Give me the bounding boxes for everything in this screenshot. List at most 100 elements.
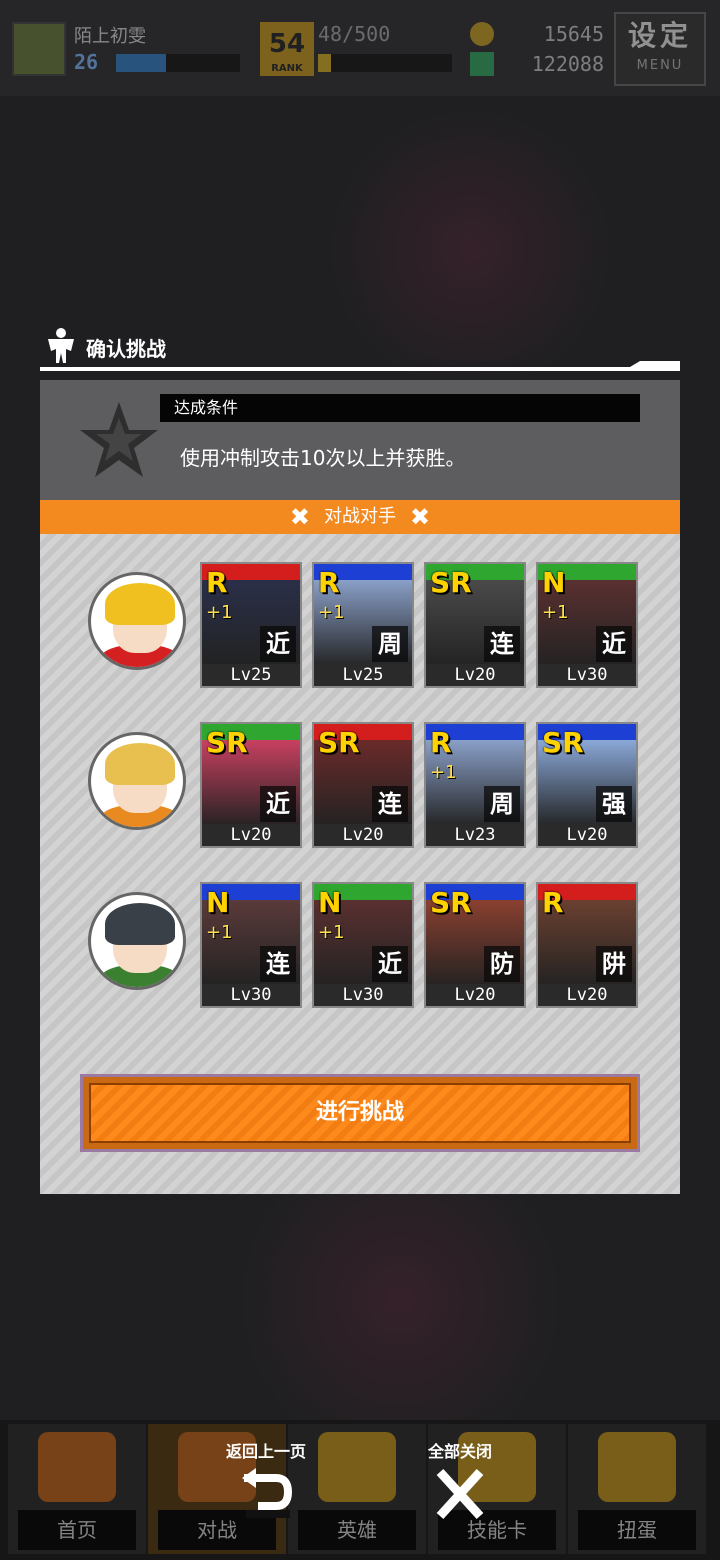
card-level: Lv30 [202, 984, 300, 1006]
bottom-navigation: 首页 对战 英雄 技能卡 扭蛋 [0, 1420, 720, 1560]
card-type: 近 [260, 626, 296, 662]
close-all-button[interactable]: 全部关闭 [410, 1438, 510, 1528]
header-divider [40, 367, 680, 371]
settings-menu-button[interactable]: 设定 MENU [614, 12, 706, 86]
skill-card[interactable]: SR 连 Lv20 [312, 722, 414, 848]
card-level: Lv30 [538, 664, 636, 686]
skill-card-list: R +1 近 Lv25 R +1 周 Lv25 SR 连 Lv20 N +1 近 Lv30 [200, 562, 640, 692]
back-button[interactable]: 返回上一页 [216, 1438, 316, 1528]
card-rarity: N [318, 886, 342, 919]
gacha-icon [598, 1432, 676, 1502]
opponent-header-bar: ✖ 对战对手 ✖ [40, 500, 680, 534]
top-status-bar: 陌上初雯 26 54 RANK 48/500 15645 122088 设定 ME… [0, 0, 720, 96]
opponent-portrait[interactable] [88, 892, 186, 990]
player-avatar [12, 22, 66, 76]
rank-value: 54 [268, 29, 306, 59]
card-plus: +1 [542, 602, 569, 623]
condition-panel: 达成条件 使用冲制攻击10次以上并获胜。 [40, 380, 680, 500]
dialog-title: 确认挑战 [86, 337, 166, 361]
card-rarity: R [542, 886, 564, 919]
skill-card-list: SR 近 Lv20 SR 连 Lv20 R +1 周 Lv23 SR 强 Lv20 [200, 722, 640, 852]
opponent-row: R +1 近 Lv25 R +1 周 Lv25 SR 连 Lv20 N +1 近 Lv30 [40, 562, 680, 692]
card-rarity: SR [430, 886, 472, 919]
coin-icon [470, 22, 494, 46]
coin-count: 15645 [543, 22, 604, 46]
card-level: Lv20 [538, 824, 636, 846]
skill-card[interactable]: SR 近 Lv20 [200, 722, 302, 848]
challenge-button[interactable]: 进行挑战 [80, 1074, 640, 1152]
card-type: 连 [484, 626, 520, 662]
skill-card[interactable]: R 阱 Lv20 [536, 882, 638, 1008]
nav-item[interactable]: 扭蛋 [568, 1424, 706, 1554]
card-type: 周 [372, 626, 408, 662]
card-level: Lv25 [202, 664, 300, 686]
condition-text: 使用冲制攻击10次以上并获胜。 [180, 446, 466, 470]
nav-item[interactable]: 首页 [8, 1424, 146, 1554]
skill-card[interactable]: SR 连 Lv20 [424, 562, 526, 688]
fighter-icon [48, 328, 74, 363]
opponent-portrait[interactable] [88, 732, 186, 830]
card-level: Lv20 [538, 984, 636, 1006]
card-rarity: SR [542, 726, 584, 759]
rank-badge: 54 RANK [260, 22, 314, 76]
card-rarity: R [430, 726, 452, 759]
nav-label: 首页 [18, 1510, 136, 1550]
card-plus: +1 [430, 762, 457, 783]
card-level: Lv23 [426, 824, 524, 846]
card-rarity: N [542, 566, 566, 599]
skill-card[interactable]: SR 强 Lv20 [536, 722, 638, 848]
card-rarity: SR [318, 726, 360, 759]
card-type: 强 [596, 786, 632, 822]
skill-card[interactable]: R +1 周 Lv25 [312, 562, 414, 688]
card-rarity: SR [206, 726, 248, 759]
skill-card[interactable]: N +1 近 Lv30 [312, 882, 414, 1008]
skill-card[interactable]: R +1 周 Lv23 [424, 722, 526, 848]
portrait-hair [105, 903, 175, 945]
portrait-hair [105, 743, 175, 785]
card-type: 连 [260, 946, 296, 982]
rank-label: RANK [271, 63, 303, 74]
player-level: 26 [74, 50, 99, 74]
card-level: Lv25 [314, 664, 412, 686]
portrait-hair [105, 583, 175, 625]
card-type: 连 [372, 786, 408, 822]
card-type: 周 [484, 786, 520, 822]
card-rarity: R [206, 566, 228, 599]
opponent-label: 对战对手 [324, 506, 396, 527]
hero-icon [318, 1432, 396, 1502]
stamina-bar [318, 54, 452, 72]
opponent-row: N +1 连 Lv30 N +1 近 Lv30 SR 防 Lv20 R 阱 Lv20 [40, 882, 680, 1012]
gem-count: 122088 [531, 52, 604, 76]
exp-bar-fill [116, 54, 166, 72]
stamina-value: 48/500 [318, 22, 391, 46]
skill-card[interactable]: R +1 近 Lv25 [200, 562, 302, 688]
card-plus: +1 [318, 922, 345, 943]
card-level: Lv20 [426, 984, 524, 1006]
skill-card[interactable]: SR 防 Lv20 [424, 882, 526, 1008]
cross-icon: ✖ [289, 503, 310, 531]
close-all-label: 全部关闭 [427, 1442, 492, 1461]
player-name: 陌上初雯 [74, 26, 146, 47]
card-type: 近 [260, 786, 296, 822]
stamina-bar-fill [318, 54, 331, 72]
challenge-button-label: 进行挑战 [89, 1083, 631, 1143]
nav-label: 扭蛋 [578, 1510, 696, 1550]
card-rarity: R [318, 566, 340, 599]
skill-card-list: N +1 连 Lv30 N +1 近 Lv30 SR 防 Lv20 R 阱 Lv20 [200, 882, 640, 1012]
card-type: 阱 [596, 946, 632, 982]
home-back-icon [38, 1432, 116, 1502]
opponent-portrait[interactable] [88, 572, 186, 670]
card-level: Lv20 [426, 664, 524, 686]
card-rarity: N [206, 886, 230, 919]
exp-bar [116, 54, 240, 72]
card-rarity: SR [430, 566, 472, 599]
cross-icon: ✖ [410, 503, 431, 531]
skill-card[interactable]: N +1 近 Lv30 [536, 562, 638, 688]
close-icon [436, 1468, 484, 1520]
card-level: Lv20 [202, 824, 300, 846]
menu-label: 设定 [627, 19, 692, 52]
condition-label: 达成条件 [160, 394, 640, 422]
back-label: 返回上一页 [225, 1442, 306, 1461]
skill-card[interactable]: N +1 连 Lv30 [200, 882, 302, 1008]
card-plus: +1 [206, 602, 233, 623]
